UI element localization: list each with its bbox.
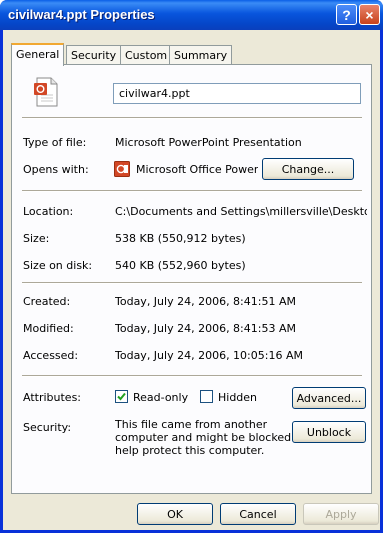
security-label: Security: xyxy=(23,421,72,434)
ok-button[interactable]: OK xyxy=(137,503,213,525)
accessed-value: Today, July 24, 2006, 10:05:16 AM xyxy=(115,349,303,362)
location-label: Location: xyxy=(23,205,74,218)
read-only-checkbox[interactable] xyxy=(115,390,128,403)
window-title: civilwar4.ppt Properties xyxy=(8,7,155,22)
size-on-disk-value: 540 KB (552,960 bytes) xyxy=(115,259,246,272)
size-value: 538 KB (550,912 bytes) xyxy=(115,232,246,245)
advanced-button[interactable]: Advanced... xyxy=(292,387,366,409)
apply-button[interactable]: Apply xyxy=(303,503,379,525)
created-label: Created: xyxy=(23,295,71,308)
opens-with-value: Microsoft Office Power xyxy=(136,163,259,176)
file-name-field[interactable]: civilwar4.ppt xyxy=(113,83,361,104)
location-value: C:\Documents and Settings\millersville\D… xyxy=(115,205,367,218)
hidden-checkbox[interactable] xyxy=(200,390,213,403)
powerpoint-file-icon xyxy=(33,77,59,107)
opens-with-label: Opens with: xyxy=(23,163,89,176)
tab-general[interactable]: General xyxy=(11,43,65,66)
tab-summary[interactable]: Summary xyxy=(169,45,233,65)
powerpoint-app-icon xyxy=(114,161,130,177)
properties-dialog: civilwar4.ppt Properties ? × General Sec… xyxy=(0,0,383,533)
divider xyxy=(22,190,362,192)
hidden-label[interactable]: Hidden xyxy=(218,391,257,404)
tab-security[interactable]: Security xyxy=(66,45,122,65)
accessed-label: Accessed: xyxy=(23,349,79,362)
read-only-label[interactable]: Read-only xyxy=(133,391,188,404)
created-value: Today, July 24, 2006, 8:41:51 AM xyxy=(115,295,296,308)
divider xyxy=(22,282,362,284)
close-icon[interactable]: × xyxy=(359,4,380,25)
cancel-button[interactable]: Cancel xyxy=(220,503,296,525)
divider xyxy=(22,375,362,377)
unblock-button[interactable]: Unblock xyxy=(292,421,366,443)
type-label: Type of file: xyxy=(23,136,87,149)
security-text-line-3: help protect this computer. xyxy=(115,444,265,457)
modified-label: Modified: xyxy=(23,322,74,335)
divider xyxy=(22,117,362,119)
general-panel: civilwar4.ppt Type of file: Microsoft Po… xyxy=(11,64,372,494)
change-button[interactable]: Change... xyxy=(262,158,354,180)
tab-custom[interactable]: Custom xyxy=(120,45,173,65)
size-label: Size: xyxy=(23,232,50,245)
modified-value: Today, July 24, 2006, 8:41:53 AM xyxy=(115,322,296,335)
attributes-label: Attributes: xyxy=(23,391,82,404)
help-icon[interactable]: ? xyxy=(336,4,357,25)
size-on-disk-label: Size on disk: xyxy=(23,259,93,272)
type-value: Microsoft PowerPoint Presentation xyxy=(115,136,302,149)
title-bar[interactable]: civilwar4.ppt Properties ? × xyxy=(0,0,383,30)
security-text-line-2: computer and might be blocked to xyxy=(115,431,306,444)
security-text-line-1: This file came from another xyxy=(115,418,268,431)
